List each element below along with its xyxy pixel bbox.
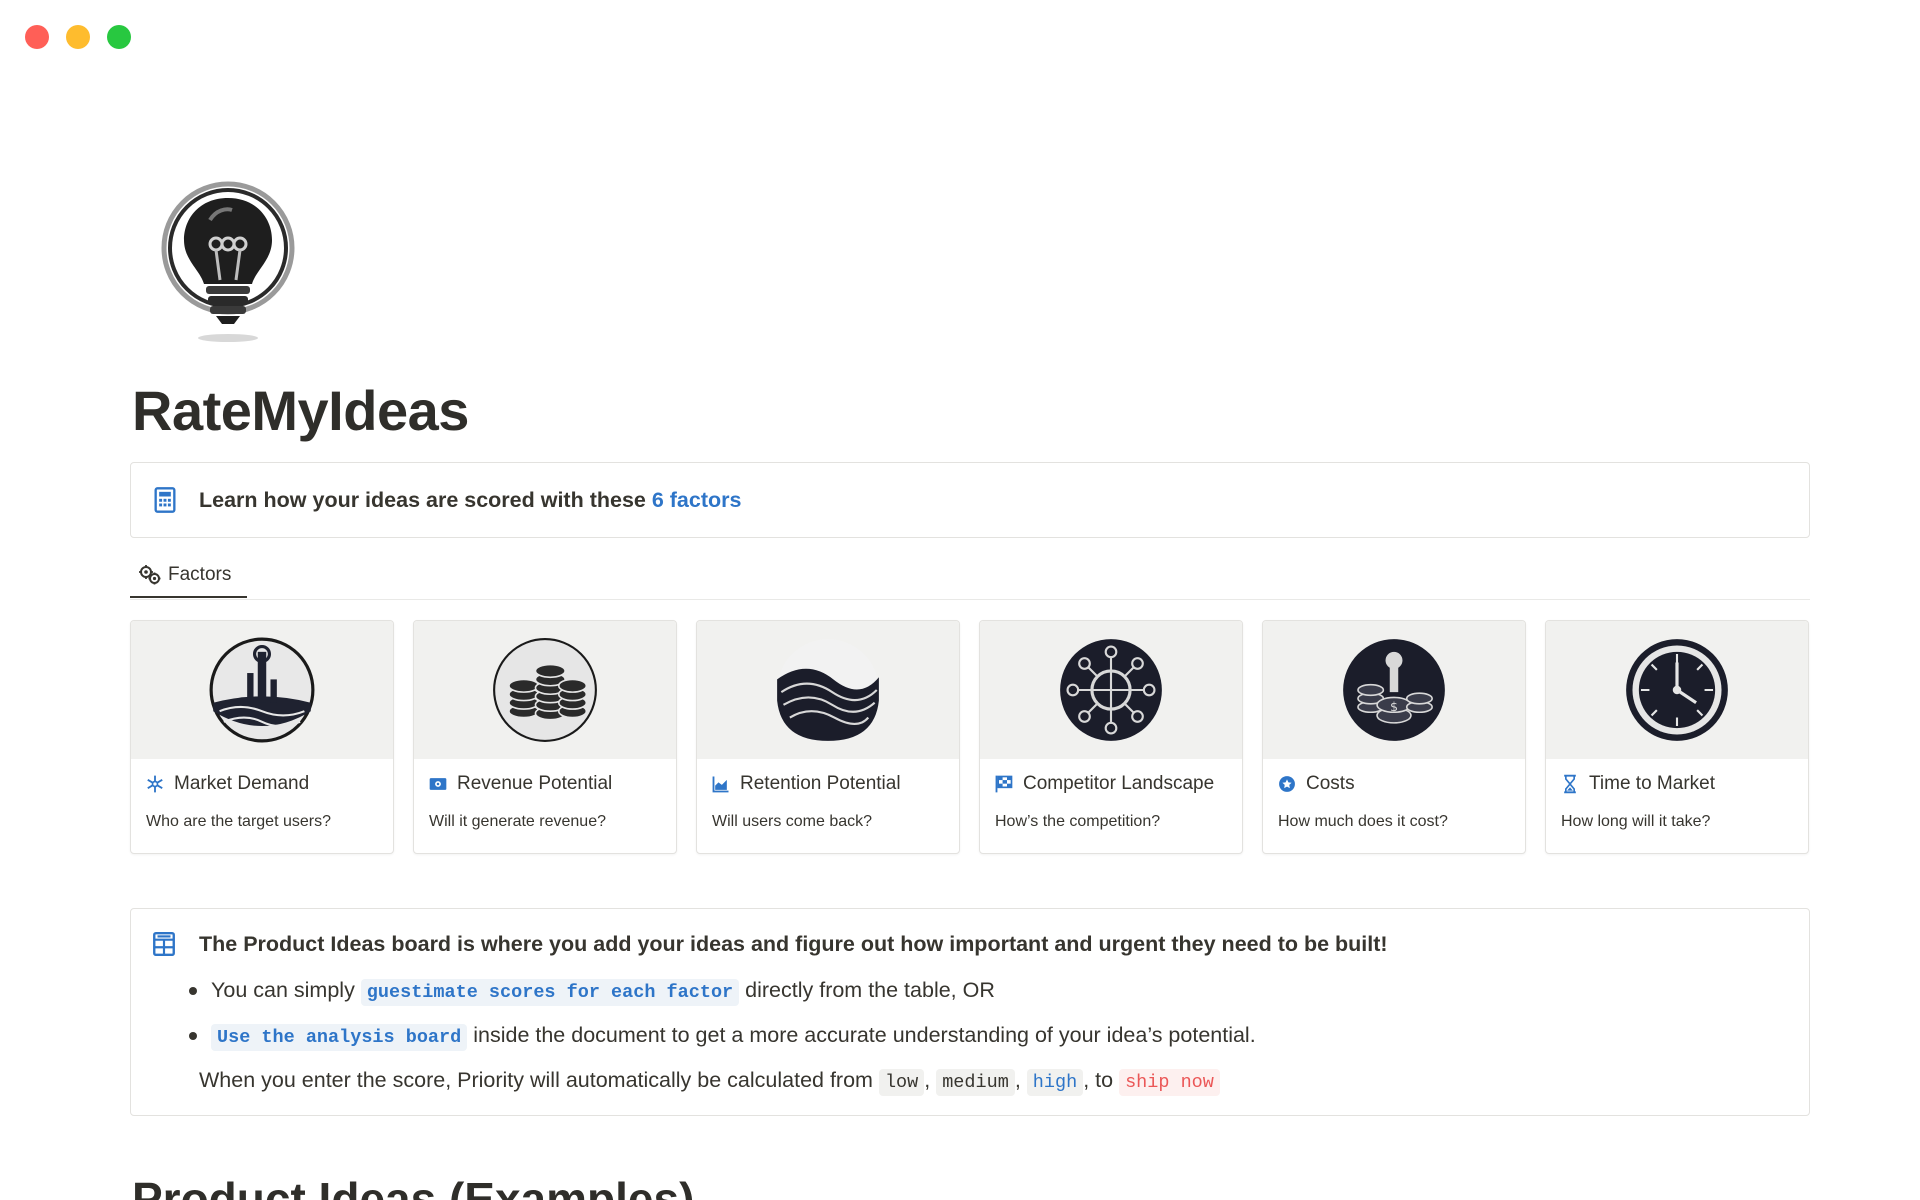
analysis-board-code: Use the analysis board (211, 1024, 468, 1051)
card-cover (1546, 621, 1808, 759)
card-cover (131, 621, 393, 759)
board-bullet-list: You can simply guestimate scores for eac… (151, 969, 1809, 1059)
card-title: Competitor Landscape (994, 773, 1242, 795)
waves-image (777, 639, 879, 741)
maximize-window-button[interactable] (107, 25, 131, 49)
market-globe-image (209, 637, 315, 743)
snowflake-icon (147, 775, 163, 793)
bullet-text: directly from the table, OR (739, 978, 995, 1002)
factor-card-competitor-landscape[interactable]: Competitor Landscape How’s the competiti… (979, 620, 1243, 854)
factor-card-time-to-market[interactable]: Time to Market How long will it take? (1545, 620, 1809, 854)
board-icon (153, 931, 175, 957)
card-name: Revenue Potential (457, 773, 613, 794)
banknote-icon (429, 778, 447, 790)
coin-icon (1279, 776, 1295, 792)
card-name: Retention Potential (740, 773, 901, 794)
level-medium: medium (936, 1069, 1015, 1096)
factor-card-market-demand[interactable]: Market Demand Who are the target users? (130, 620, 394, 854)
calculator-icon (154, 487, 176, 513)
list-item: Use the analysis board inside the docume… (189, 1014, 1809, 1059)
lightbulb-icon[interactable] (160, 180, 296, 345)
factor-card-retention-potential[interactable]: Retention Potential Will users come back… (696, 620, 960, 854)
card-title: Market Demand (145, 773, 393, 795)
chess-board-icon (995, 775, 1013, 793)
separator: , to (1083, 1068, 1120, 1092)
level-high: high (1026, 1069, 1084, 1096)
card-name: Costs (1306, 773, 1355, 794)
window-controls (25, 25, 131, 49)
card-description: How much does it cost? (1278, 813, 1448, 830)
card-cover: $ (1263, 621, 1525, 759)
bullet-text: You can simply (211, 978, 361, 1002)
tab-factors[interactable]: Factors (130, 553, 247, 598)
list-item: You can simply guestimate scores for eac… (189, 969, 1809, 1014)
page-title: RateMyIdeas (132, 379, 469, 442)
factors-link[interactable]: 6 factors (652, 488, 742, 512)
bullet-text: inside the document to get a more accura… (467, 1023, 1256, 1047)
close-window-button[interactable] (25, 25, 49, 49)
card-description: Will users come back? (712, 813, 873, 830)
board-callout: The Product Ideas board is where you add… (130, 908, 1810, 1116)
card-description: How long will it take? (1561, 813, 1711, 830)
coin-stacks-image (493, 638, 597, 742)
card-cover (980, 621, 1242, 759)
card-name: Competitor Landscape (1023, 773, 1215, 794)
cost-coins-image: $ (1343, 639, 1445, 741)
card-title: Revenue Potential (428, 773, 676, 795)
level-low: low (878, 1069, 925, 1096)
card-cover (414, 621, 676, 759)
network-hub-image (1060, 639, 1162, 741)
board-heading-text: The Product Ideas board is where you add… (199, 931, 1388, 956)
view-tabs: Factors (130, 553, 1810, 600)
separator: , (924, 1068, 937, 1092)
board-callout-heading: The Product Ideas board is where you add… (151, 931, 1809, 957)
area-chart-icon (712, 776, 729, 793)
level-ship-now: ship now (1119, 1069, 1220, 1096)
card-description: Who are the target users? (146, 813, 331, 830)
tab-factors-label: Factors (168, 563, 232, 585)
separator: , (1014, 1068, 1027, 1092)
hourglass-icon (1564, 774, 1576, 794)
card-title: Time to Market (1560, 773, 1808, 795)
factor-card-costs[interactable]: $ Costs How much does it cost? (1262, 620, 1526, 854)
intro-text-prefix: Learn how your ideas are scored with the… (199, 487, 652, 512)
gears-icon (139, 564, 161, 584)
card-title: Retention Potential (711, 773, 959, 795)
minimize-window-button[interactable] (66, 25, 90, 49)
factor-card-revenue-potential[interactable]: Revenue Potential Will it generate reven… (413, 620, 677, 854)
card-cover (697, 621, 959, 759)
clock-image (1626, 639, 1728, 741)
card-description: Will it generate revenue? (429, 813, 606, 830)
factors-gallery: Market Demand Who are the target users? (130, 620, 1810, 854)
card-description: How’s the competition? (995, 813, 1161, 830)
guestimate-scores-code: guestimate scores for each factor (360, 979, 740, 1006)
intro-callout: Learn how your ideas are scored with the… (130, 462, 1810, 538)
card-name: Market Demand (174, 773, 310, 794)
priority-text: When you enter the score, Priority will … (199, 1068, 879, 1092)
intro-text: Learn how your ideas are scored with the… (199, 488, 741, 513)
card-name: Time to Market (1589, 773, 1715, 794)
priority-line: When you enter the score, Priority will … (199, 1059, 1809, 1104)
card-title: Costs (1277, 773, 1525, 795)
svg-text:$: $ (1390, 699, 1398, 714)
product-ideas-heading: Product Ideas (Examples) (132, 1173, 695, 1200)
